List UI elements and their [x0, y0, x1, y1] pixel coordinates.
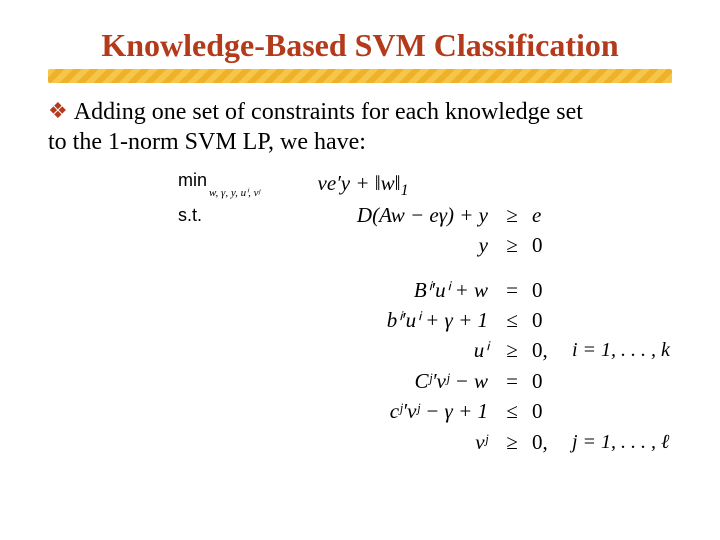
title-underline — [48, 69, 672, 83]
c8-op: ≥ — [498, 427, 526, 457]
c5-tail: i = 1, . . . , k — [562, 336, 670, 365]
c7-op: ≤ — [498, 396, 526, 426]
c2-right: 0 — [526, 230, 562, 260]
body-text-line-2: to the 1-norm SVM LP, we have: — [48, 127, 672, 157]
diamond-bullet-icon: ❖ — [48, 97, 68, 125]
c1-left: D(Aw − eγ) + y — [238, 200, 498, 230]
c8-tail: j = 1, . . . , ℓ — [562, 428, 669, 457]
c4-op: ≤ — [498, 305, 526, 335]
math-constraint-4: bⁱ′uⁱ + γ + 1 ≤ 0 — [178, 305, 672, 335]
math-constraint-3: Bⁱ′uⁱ + w = 0 — [178, 275, 672, 305]
body-text-1: Adding one set of constraints for each k… — [74, 99, 583, 125]
c1-op: ≥ — [498, 200, 526, 230]
min-text: min — [178, 170, 207, 190]
min-label: minw, γ, y, uⁱ, vʲ — [178, 167, 238, 200]
body-text-line-1: ❖Adding one set of constraints for each … — [48, 97, 672, 127]
c5-right: 0, — [526, 335, 562, 365]
c6-left: Cʲ′vʲ − w — [238, 366, 498, 396]
math-constraint-8: vʲ ≥ 0, j = 1, . . . , ℓ — [178, 427, 672, 457]
math-constraint-6: Cʲ′vʲ − w = 0 — [178, 366, 672, 396]
math-constraint-7: cʲ′vʲ − γ + 1 ≤ 0 — [178, 396, 672, 426]
math-constraint-2: y ≥ 0 — [178, 230, 672, 260]
c3-op: = — [498, 275, 526, 305]
math-constraint-1: s.t. D(Aw − eγ) + y ≥ e — [178, 200, 672, 230]
c7-left: cʲ′vʲ − γ + 1 — [238, 396, 498, 426]
c2-left: y — [238, 230, 498, 260]
st-label: s.t. — [178, 202, 238, 228]
c6-op: = — [498, 366, 526, 396]
c6-right: 0 — [526, 366, 562, 396]
c3-right: 0 — [526, 275, 562, 305]
c2-op: ≥ — [498, 230, 526, 260]
c4-right: 0 — [526, 305, 562, 335]
math-spacer-1 — [178, 261, 672, 275]
c8-right: 0, — [526, 427, 562, 457]
objective-expr: νe′y + ‖w‖ — [318, 171, 401, 195]
slide: Knowledge-Based SVM Classification ❖Addi… — [0, 0, 720, 540]
slide-title: Knowledge-Based SVM Classification — [48, 28, 672, 63]
c4-left: bⁱ′uⁱ + γ + 1 — [238, 305, 498, 335]
math-formulation: minw, γ, y, uⁱ, vʲ νe′y + ‖w‖1 s.t. D(Aw… — [178, 167, 672, 457]
math-constraint-5: uⁱ ≥ 0, i = 1, . . . , k — [178, 335, 672, 365]
c3-left: Bⁱ′uⁱ + w — [238, 275, 498, 305]
objective-norm-sub: 1 — [401, 182, 409, 199]
objective: νe′y + ‖w‖1 — [238, 168, 498, 198]
c5-op: ≥ — [498, 335, 526, 365]
c8-left: vʲ — [238, 427, 498, 457]
c5-left: uⁱ — [238, 335, 498, 365]
c7-right: 0 — [526, 396, 562, 426]
math-min-row: minw, γ, y, uⁱ, vʲ νe′y + ‖w‖1 — [178, 167, 672, 200]
c1-right: e — [526, 200, 562, 230]
